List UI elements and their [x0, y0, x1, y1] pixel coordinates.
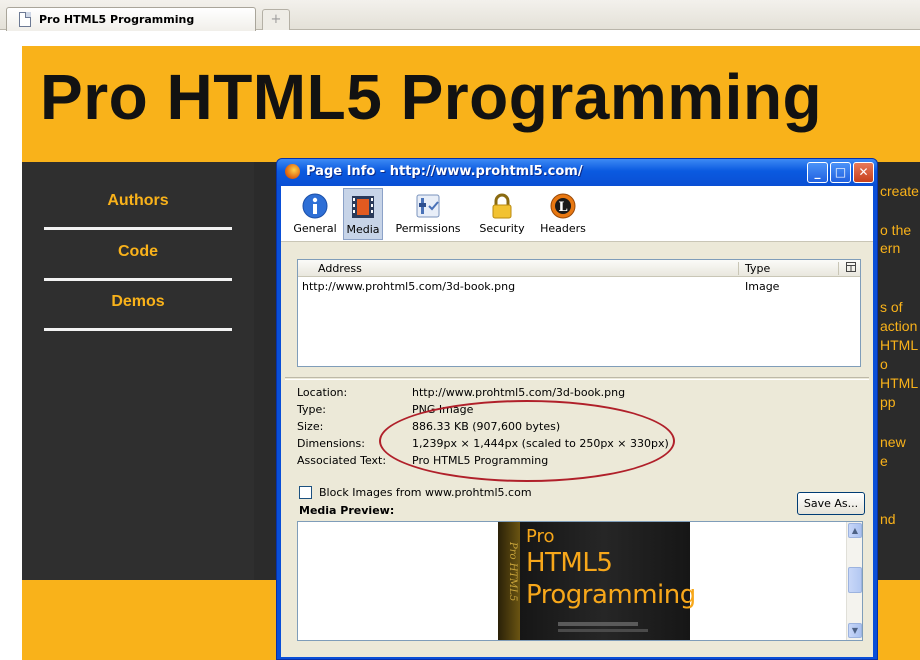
content-text-fragment: nd [880, 511, 896, 527]
property-key: Associated Text: [297, 454, 387, 467]
column-separator [738, 262, 739, 275]
content-text-fragment: o [880, 356, 888, 372]
site-title: Pro HTML5 Programming [40, 61, 823, 133]
content-text-fragment: action [880, 318, 918, 334]
browser-tab[interactable]: Pro HTML5 Programming [6, 7, 256, 31]
nav-link-authors[interactable]: Authors [44, 192, 232, 230]
tab-security[interactable]: Security [477, 188, 527, 240]
screen: Pro HTML5 Programming + Pro HTML5 Progra… [0, 0, 920, 660]
list-item[interactable]: http://www.prohtml5.com/3d-book.png Imag… [298, 278, 860, 295]
book-title-line: HTML5 [526, 548, 613, 578]
dialog-title: Page Info - http://www.prohtml5.com/ [306, 164, 583, 179]
site-header: Pro HTML5 Programming [22, 46, 920, 162]
book-cover-detail [558, 629, 648, 632]
dialog-body: General Media Permissions Security L Hea… [281, 186, 873, 657]
maximize-button[interactable]: □ [830, 162, 851, 183]
dialog-titlebar[interactable]: Page Info - http://www.prohtml5.com/ _ □… [277, 159, 877, 186]
site-sidebar: Authors Code Demos [22, 162, 254, 580]
book-title-line: Programming [526, 580, 696, 610]
page-info-tabs: General Media Permissions Security L Hea… [281, 186, 873, 242]
browser-tab-title: Pro HTML5 Programming [39, 13, 195, 26]
page-info-dialog: Page Info - http://www.prohtml5.com/ _ □… [276, 158, 878, 660]
plus-icon: + [270, 12, 282, 27]
tab-headers[interactable]: L Headers [537, 188, 589, 240]
browser-tab-strip: Pro HTML5 Programming + [0, 0, 920, 31]
svg-text:L: L [558, 200, 567, 215]
media-film-icon [352, 196, 374, 218]
content-text-fragment: create [880, 183, 919, 199]
book-spine-text: Pro HTML5 [507, 542, 518, 602]
save-as-button[interactable]: Save As... [797, 492, 865, 515]
property-key: Size: [297, 420, 324, 433]
column-header-type[interactable]: Type [745, 262, 770, 275]
property-row: Location: http://www.prohtml5.com/3d-boo… [297, 386, 857, 403]
content-text-fragment: o the [880, 222, 912, 238]
book-title-line: Pro [526, 526, 555, 547]
firefox-icon [285, 164, 300, 179]
nav-link-demos[interactable]: Demos [44, 293, 232, 331]
column-separator [838, 262, 839, 275]
content-text-fragment: HTML [880, 337, 919, 353]
tab-permissions[interactable]: Permissions [393, 188, 463, 240]
content-text-fragment: HTML [880, 375, 919, 391]
content-text-fragment: pp [880, 394, 896, 410]
content-text-fragment: s of [880, 299, 903, 315]
media-preview-label: Media Preview: [299, 504, 395, 517]
column-header-address[interactable]: Address [318, 262, 362, 275]
media-type: Image [745, 280, 780, 293]
scroll-thumb[interactable] [848, 567, 862, 593]
close-button[interactable]: ✕ [853, 162, 874, 183]
property-key: Type: [297, 403, 326, 416]
info-icon [302, 193, 328, 219]
tab-general[interactable]: General [293, 188, 337, 240]
permissions-icon [416, 194, 440, 218]
tab-label: General [293, 222, 337, 235]
media-address: http://www.prohtml5.com/3d-book.png [302, 280, 516, 293]
tab-label: Security [479, 222, 525, 235]
book-cover-image: Pro HTML5 Pro HTML5 Programming [498, 522, 696, 640]
tab-label: Headers [540, 222, 586, 235]
page-icon [19, 12, 31, 27]
media-preview: Pro HTML5 Pro HTML5 Programming ▲ ▼ [297, 521, 863, 641]
content-text-fragment: e [880, 453, 888, 469]
scroll-up-button[interactable]: ▲ [848, 523, 862, 538]
block-images-checkbox[interactable] [299, 486, 312, 499]
preview-scrollbar[interactable]: ▲ ▼ [846, 522, 862, 640]
splitter[interactable] [285, 377, 869, 380]
tab-media[interactable]: Media [343, 188, 383, 240]
property-key: Location: [297, 386, 348, 399]
padlock-icon [492, 193, 512, 219]
tab-label: Permissions [395, 222, 461, 235]
column-picker-icon[interactable] [846, 262, 856, 273]
new-tab-button[interactable]: + [262, 9, 290, 30]
media-list-header: Address Type [298, 260, 860, 277]
block-images-label[interactable]: Block Images from www.prohtml5.com [319, 486, 532, 499]
content-text-fragment: ern [880, 240, 901, 256]
media-list[interactable]: Address Type http://www.prohtml5.com/3d-… [297, 259, 861, 367]
property-value: http://www.prohtml5.com/3d-book.png [412, 386, 626, 399]
highlight-ellipse [379, 400, 675, 482]
book-cover-detail [558, 622, 638, 626]
content-text-fragment: new [880, 434, 906, 450]
headers-icon: L [550, 193, 576, 219]
minimize-button[interactable]: _ [807, 162, 828, 183]
nav-link-code[interactable]: Code [44, 243, 232, 281]
scroll-down-button[interactable]: ▼ [848, 623, 862, 638]
tab-label: Media [346, 223, 380, 236]
property-key: Dimensions: [297, 437, 365, 450]
